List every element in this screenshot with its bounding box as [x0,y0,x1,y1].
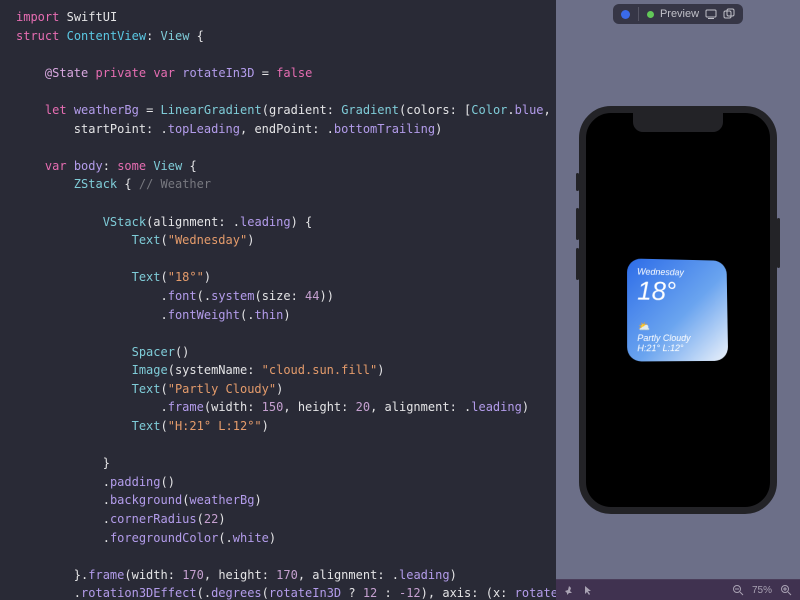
toolbar-separator [638,7,639,21]
code-editor[interactable]: import SwiftUI struct ContentView: View … [0,0,556,600]
widget-condition: Partly Cloudy [637,333,718,343]
device-volume-up [576,208,579,240]
widget-temperature: 18° [637,278,718,305]
canvas-status-bar: 75% [556,579,800,600]
live-preview-indicator-icon[interactable] [621,10,630,19]
weather-widget: Wednesday 18° ⛅ Partly Cloudy H:21° L:12… [627,258,728,361]
duplicate-preview-icon[interactable] [723,8,735,20]
preview-status-dot-icon [647,11,654,18]
device-power-button [777,218,780,268]
cursor-icon[interactable] [583,585,594,596]
zoom-in-icon[interactable] [780,584,792,596]
zoom-level[interactable]: 75% [752,585,772,596]
preview-toolbar: Preview [613,4,743,24]
preview-label: Preview [660,8,699,20]
preview-pane: Preview Wednesday 18° ⛅ Partly Cloudy H:… [556,0,800,600]
device-icon[interactable] [705,9,717,19]
zoom-out-icon[interactable] [732,584,744,596]
pin-icon[interactable] [564,585,575,596]
simulator-device[interactable]: Wednesday 18° ⛅ Partly Cloudy H:21° L:12… [579,106,777,514]
device-volume-down [576,248,579,280]
cloud-sun-icon: ⛅ [637,322,718,333]
widget-high-low: H:21° L:12° [637,343,718,353]
device-mute-switch [576,173,579,191]
simulator-screen[interactable]: Wednesday 18° ⛅ Partly Cloudy H:21° L:12… [586,113,770,507]
